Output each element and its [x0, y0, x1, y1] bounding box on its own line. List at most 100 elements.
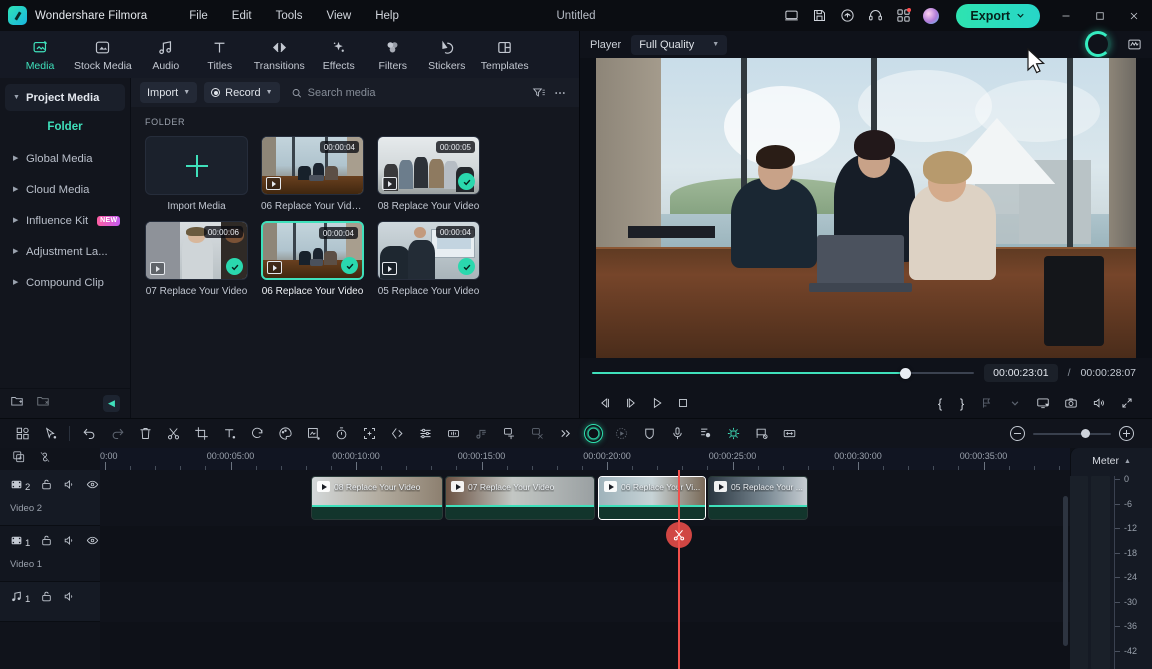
- avatar[interactable]: [918, 3, 944, 29]
- import-media-tile[interactable]: Import Media: [145, 136, 248, 212]
- lock-icon[interactable]: [40, 534, 53, 552]
- menu-edit[interactable]: Edit: [220, 6, 264, 26]
- ai-text-icon[interactable]: [495, 422, 523, 446]
- menu-view[interactable]: View: [314, 6, 363, 26]
- add-track-icon[interactable]: [12, 450, 26, 469]
- media-thumbnail[interactable]: 00:00:06: [145, 221, 248, 280]
- media-thumbnail[interactable]: 00:00:04: [261, 136, 364, 195]
- more-options-icon[interactable]: [553, 86, 567, 100]
- chevron-up-icon[interactable]: ▲: [1124, 458, 1131, 465]
- more-chevrons-icon[interactable]: [551, 422, 579, 446]
- timeline-ruler[interactable]: :00:00 00:00:05:00 00:00:10:00 00:00:15:00 0…: [100, 448, 1070, 470]
- color-icon[interactable]: [271, 422, 299, 446]
- tab-filters[interactable]: Filters: [367, 36, 419, 73]
- zoom-out-icon[interactable]: [1010, 426, 1025, 441]
- timeline-lanes[interactable]: 08 Replace Your Video 07 Replace Your Vi…: [100, 470, 1070, 669]
- tab-transitions[interactable]: Transitions: [248, 36, 311, 73]
- meter-title[interactable]: Meter ▲: [1092, 455, 1131, 467]
- media-thumbnail[interactable]: 00:00:05: [377, 136, 480, 195]
- minimize-button[interactable]: [1050, 0, 1082, 31]
- shield-icon[interactable]: [635, 422, 663, 446]
- timeline-clip[interactable]: 05 Replace Your ...: [708, 476, 808, 520]
- fullscreen-icon[interactable]: [1114, 391, 1140, 415]
- record-button[interactable]: Record ▼: [204, 82, 280, 103]
- filter-icon[interactable]: [532, 86, 546, 100]
- redo-icon[interactable]: [103, 422, 131, 446]
- save-icon[interactable]: [806, 3, 832, 29]
- cloud-upload-icon[interactable]: [834, 3, 860, 29]
- next-frame-button[interactable]: [618, 391, 644, 415]
- tab-effects[interactable]: Effects: [313, 36, 365, 73]
- volume-icon[interactable]: [1086, 391, 1112, 415]
- timeline-clip[interactable]: 07 Replace Your Video: [445, 476, 595, 520]
- audio-mixer-icon[interactable]: [411, 422, 439, 446]
- mark-out-brace[interactable]: }: [952, 396, 972, 411]
- tab-stock-media[interactable]: Stock Media: [68, 36, 138, 73]
- zoom-in-icon[interactable]: [1119, 426, 1134, 441]
- media-card[interactable]: 00:00:06 07 Replace Your Video: [145, 221, 248, 297]
- waveform-scope-icon[interactable]: [1127, 37, 1142, 52]
- import-media-box[interactable]: [145, 136, 248, 195]
- audio-detach-icon[interactable]: [439, 422, 467, 446]
- tab-titles[interactable]: Titles: [194, 36, 246, 73]
- media-card[interactable]: 00:00:04 05 Replace Your Video: [377, 221, 480, 297]
- snapshot-icon[interactable]: [1058, 391, 1084, 415]
- text-icon[interactable]: [215, 422, 243, 446]
- track-header-video1[interactable]: 1 Video 1: [0, 526, 100, 582]
- timeline-clip[interactable]: 08 Replace Your Video: [311, 476, 443, 520]
- speed-icon[interactable]: [243, 422, 271, 446]
- speech-icon[interactable]: [691, 422, 719, 446]
- mute-icon[interactable]: [63, 478, 76, 496]
- import-button[interactable]: Import ▼: [140, 82, 198, 103]
- seek-bar[interactable]: [592, 366, 975, 380]
- maximize-button[interactable]: [1084, 0, 1116, 31]
- media-card[interactable]: 00:00:05 08 Replace Your Video: [377, 136, 480, 212]
- headset-icon[interactable]: [862, 3, 888, 29]
- search-box[interactable]: [291, 86, 525, 99]
- ai-translate-icon[interactable]: [523, 422, 551, 446]
- video-stage[interactable]: [580, 58, 1152, 358]
- mute-icon[interactable]: [63, 534, 76, 552]
- tab-templates[interactable]: Templates: [475, 36, 535, 73]
- marker-chevron-icon[interactable]: [1002, 391, 1028, 415]
- auto-beat-icon[interactable]: [467, 422, 495, 446]
- sidebar-item-project-media[interactable]: ▼ Project Media: [5, 84, 125, 111]
- split-scissors-icon[interactable]: [159, 422, 187, 446]
- marker-icon[interactable]: [974, 391, 1000, 415]
- lock-icon[interactable]: [40, 590, 53, 608]
- collapse-panel-icon[interactable]: ◀: [103, 395, 120, 412]
- sidebar-item-global-media[interactable]: ▶ Global Media: [5, 145, 125, 172]
- close-button[interactable]: [1118, 0, 1150, 31]
- media-thumbnail[interactable]: 00:00:04: [261, 221, 364, 280]
- delete-folder-icon[interactable]: [36, 394, 50, 413]
- link-icon[interactable]: [38, 450, 52, 469]
- crop-icon[interactable]: [187, 422, 215, 446]
- eye-icon[interactable]: [86, 534, 99, 552]
- ai-smart-icon[interactable]: [607, 422, 635, 446]
- monitor-icon[interactable]: [778, 3, 804, 29]
- tab-audio[interactable]: Audio: [140, 36, 192, 73]
- play-button[interactable]: [644, 391, 670, 415]
- zoom-slider-knob[interactable]: [1081, 428, 1090, 438]
- keyframe-icon[interactable]: [383, 422, 411, 446]
- grid-view-icon[interactable]: [8, 422, 36, 446]
- mute-icon[interactable]: [63, 590, 76, 608]
- display-icon[interactable]: [1030, 391, 1056, 415]
- seek-knob[interactable]: [899, 367, 911, 379]
- undo-icon[interactable]: [75, 422, 103, 446]
- mic-icon[interactable]: [663, 422, 691, 446]
- split-indicator[interactable]: [666, 522, 692, 548]
- media-card[interactable]: 00:00:04 06 Replace Your Video...: [261, 136, 364, 212]
- prev-frame-button[interactable]: [592, 391, 618, 415]
- search-input[interactable]: [307, 86, 525, 99]
- fit-icon[interactable]: [775, 422, 803, 446]
- tab-stickers[interactable]: Stickers: [421, 36, 473, 73]
- export-button[interactable]: Export: [956, 3, 1040, 28]
- sidebar-item-cloud-media[interactable]: ▶ Cloud Media: [5, 176, 125, 203]
- stopwatch-icon[interactable]: [327, 422, 355, 446]
- sidebar-item-adjustment-layer[interactable]: ▶ Adjustment La...: [5, 238, 125, 265]
- media-card-selected[interactable]: 00:00:04 06 Replace Your Video: [261, 221, 364, 297]
- menu-file[interactable]: File: [177, 6, 220, 26]
- mask-icon[interactable]: [299, 422, 327, 446]
- ai-sticker-icon[interactable]: [719, 422, 747, 446]
